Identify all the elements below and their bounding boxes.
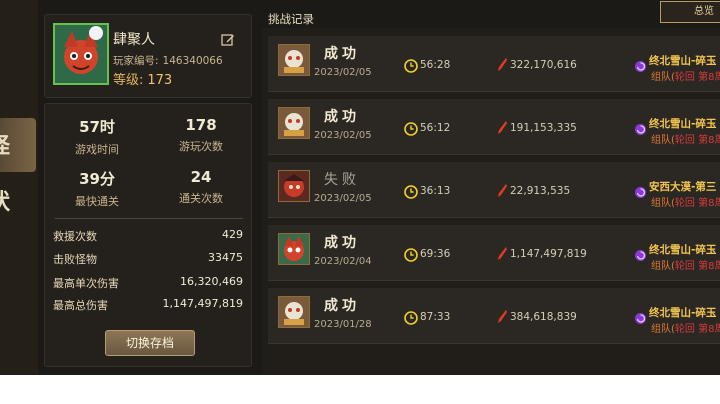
stat-row-max-total-damage: 最高总伤害 1,147,497,819 <box>53 297 243 312</box>
left-nav-glyph-bottom: 状 <box>0 190 14 216</box>
record-row[interactable]: 成功 2023/02/05 56:12 191,153,335 终北雪山-碎玉 … <box>268 99 720 155</box>
record-time: 87:33 <box>420 311 451 323</box>
record-time: 36:13 <box>420 185 451 197</box>
stats-panel: 57时 游戏时间 178 游玩次数 39分 最快通关 24 通关次数 救援次数 4… <box>44 103 252 367</box>
boss-thumbnail <box>278 107 310 139</box>
mode-swirl-icon <box>634 58 647 72</box>
stat-row-max-single-damage: 最高单次伤害 16,320,469 <box>53 275 243 290</box>
edit-name-icon[interactable] <box>221 32 235 46</box>
record-team-info: 组队(轮回 第8周 <box>651 135 720 146</box>
record-team-info: 组队(轮回 第8周 <box>651 72 720 83</box>
player-level: 等级: 173 <box>113 73 173 88</box>
record-location: 终北雪山-碎玉 <box>649 244 717 256</box>
left-nav-strip <box>0 0 38 375</box>
damage-icon <box>496 57 508 73</box>
profile-panel: 肆聚人 玩家编号: 146340066 等级: 173 <box>44 14 252 98</box>
overview-button[interactable]: 总览 <box>660 1 720 23</box>
record-damage: 1,147,497,819 <box>510 248 587 260</box>
record-date: 2023/01/28 <box>314 319 372 330</box>
damage-icon <box>496 120 508 136</box>
stat-clear-count: 24 通关次数 <box>179 168 223 205</box>
stats-divider <box>55 218 243 219</box>
boss-thumbnail <box>278 170 310 202</box>
stat-row-rescues: 救援次数 429 <box>53 228 243 243</box>
record-row[interactable]: 失败 2023/02/05 36:13 22,913,535 安西大漠-第三 组… <box>268 162 720 218</box>
stat-play-count: 178 游玩次数 <box>179 116 223 153</box>
record-row[interactable]: 成功 2023/02/04 69:36 1,147,497,819 终北雪山-碎… <box>268 225 720 281</box>
record-result: 成功 <box>324 298 360 314</box>
stat-row-monsters: 击败怪物 33475 <box>53 251 243 266</box>
record-team-info: 组队(轮回 第8周 <box>651 261 720 272</box>
clock-icon <box>404 58 418 73</box>
mode-swirl-icon <box>634 184 647 198</box>
record-team-info: 组队(轮回 第8周 <box>651 198 720 209</box>
boss-thumbnail <box>278 233 310 265</box>
game-screen: 怪 状 肆聚人 玩家编号:146340066 <box>0 0 720 375</box>
switch-save-button[interactable]: 切换存档 <box>105 330 195 356</box>
record-team-info: 组队(轮回 第8周 <box>651 324 720 335</box>
record-damage: 22,913,535 <box>510 185 571 197</box>
record-result: 成功 <box>324 46 360 62</box>
left-nav-glyph-top: 怪 <box>0 134 14 160</box>
stat-play-time: 57时 游戏时间 <box>75 118 119 156</box>
boss-thumbnail <box>278 44 310 76</box>
damage-icon <box>496 246 508 262</box>
player-id: 玩家编号: 146340066 <box>113 55 223 67</box>
record-location: 终北雪山-碎玉 <box>649 307 717 319</box>
record-damage: 384,618,839 <box>510 311 577 323</box>
damage-icon <box>496 309 508 325</box>
record-date: 2023/02/04 <box>314 256 372 267</box>
record-row[interactable]: 成功 2023/02/05 56:28 322,170,616 终北雪山-碎玉 … <box>268 36 720 92</box>
damage-icon <box>496 183 508 199</box>
clock-icon <box>404 310 418 325</box>
record-time: 69:36 <box>420 248 451 260</box>
records-title: 挑战记录 <box>268 12 314 26</box>
clock-icon <box>404 247 418 262</box>
stat-fastest-clear: 39分 最快通关 <box>75 170 119 208</box>
record-damage: 322,170,616 <box>510 59 577 71</box>
record-time: 56:12 <box>420 122 451 134</box>
record-damage: 191,153,335 <box>510 122 577 134</box>
clock-icon <box>404 121 418 136</box>
player-avatar[interactable] <box>53 23 109 85</box>
record-location: 终北雪山-碎玉 <box>649 55 717 67</box>
mode-swirl-icon <box>634 247 647 261</box>
record-date: 2023/02/05 <box>314 67 372 78</box>
mode-swirl-icon <box>634 121 647 135</box>
bottom-blank-area <box>0 375 720 404</box>
record-result: 成功 <box>324 109 360 125</box>
boss-thumbnail <box>278 296 310 328</box>
record-result: 失败 <box>324 172 360 188</box>
record-date: 2023/02/05 <box>314 130 372 141</box>
record-time: 56:28 <box>420 59 451 71</box>
record-date: 2023/02/05 <box>314 193 372 204</box>
player-name: 肆聚人 <box>113 32 155 48</box>
clock-icon <box>404 184 418 199</box>
record-row[interactable]: 成功 2023/01/28 87:33 384,618,839 终北雪山-碎玉 … <box>268 288 720 344</box>
record-location: 安西大漠-第三 <box>649 181 717 193</box>
record-result: 成功 <box>324 235 360 251</box>
record-location: 终北雪山-碎玉 <box>649 118 717 130</box>
mode-swirl-icon <box>634 310 647 324</box>
